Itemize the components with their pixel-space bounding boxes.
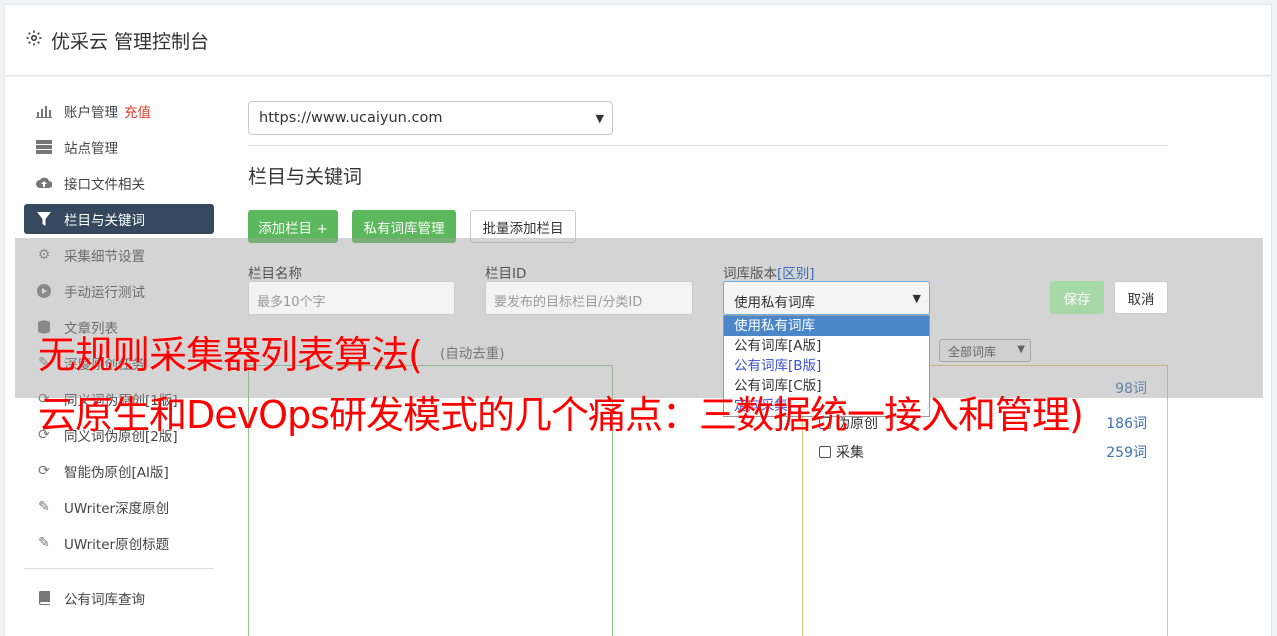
column-name-input[interactable]: 最多10个字: [248, 281, 455, 315]
sidebar-item-interface[interactable]: 接口文件相关: [24, 168, 214, 198]
lib-count[interactable]: 186词: [1106, 413, 1147, 433]
site-select[interactable]: https://www.ucaiyun.com ▼: [248, 101, 613, 135]
divider: [248, 145, 1168, 146]
column-name-label: 栏目名称: [248, 266, 302, 282]
header-bar: 优采云 管理控制台: [4, 4, 1272, 76]
lib-row[interactable]: 采集 259词: [819, 442, 1149, 462]
version-label-text: 词库版本: [723, 266, 777, 282]
dropdown-option[interactable]: 公有词库[A版]: [724, 336, 929, 356]
lib-name: 采集: [836, 445, 864, 461]
dropdown-option[interactable]: 使用私有词库: [724, 316, 929, 336]
chevron-down-icon: ▼: [595, 112, 604, 125]
watermark-line-2: 云原生和DevOps研发模式的几个痛点：三数据统一接入和管理): [38, 393, 1084, 437]
sidebar-item-columns[interactable]: 栏目与关键词: [24, 204, 214, 234]
filter-icon: [36, 211, 52, 227]
cancel-button[interactable]: 取消: [1114, 281, 1168, 314]
chevron-down-icon: ▼: [912, 292, 921, 305]
sidebar-item-ai[interactable]: ⟳ 智能伪原创[AI版]: [24, 456, 214, 486]
version-diff-link[interactable]: [区别]: [777, 266, 815, 282]
section-title: 栏目与关键词: [248, 166, 363, 188]
sidebar-item-uwriter-deep[interactable]: ✎ UWriter深度原创: [24, 492, 214, 522]
site-select-value: https://www.ucaiyun.com: [259, 110, 443, 126]
version-select-value: 使用私有词库: [734, 295, 815, 311]
sidebar-item-account[interactable]: 账户管理 充值: [24, 96, 214, 126]
lib-count[interactable]: 259词: [1106, 442, 1147, 462]
bar-chart-icon: [36, 103, 52, 119]
version-label: 词库版本[区别]: [723, 262, 815, 282]
app-title: 优采云 管理控制台: [25, 27, 209, 54]
sidebar-item-label: 接口文件相关: [64, 177, 145, 193]
watermark-line-1: 无规则采集器列表算法(: [38, 333, 423, 377]
sidebar-item-sites[interactable]: 站点管理: [24, 132, 214, 162]
edit-icon: ✎: [38, 535, 50, 551]
book-icon: [36, 590, 52, 606]
column-id-input[interactable]: 要发布的目标栏目/分类ID: [485, 281, 693, 315]
sidebar-item-label: 站点管理: [64, 141, 118, 157]
server-icon: [36, 139, 52, 155]
lib-checkbox[interactable]: [819, 446, 831, 458]
sidebar-item-label: 智能伪原创[AI版]: [64, 465, 169, 481]
sidebar-divider: [24, 568, 214, 569]
cloud-upload-icon: [36, 175, 52, 191]
version-select[interactable]: 使用私有词库 ▼: [723, 281, 930, 315]
refresh-icon: ⟳: [38, 463, 50, 479]
sidebar-item-label: UWriter深度原创: [64, 501, 170, 517]
sidebar-item-label: 公有词库查询: [64, 592, 145, 608]
dropdown-option[interactable]: 公有词库[B版]: [724, 356, 929, 376]
save-button[interactable]: 保存: [1050, 281, 1104, 314]
sidebar-item-label: 栏目与关键词: [64, 213, 145, 229]
sidebar-item-label: 账户管理: [64, 105, 118, 121]
sidebar-item-label: UWriter原创标题: [64, 537, 170, 553]
recharge-link[interactable]: 充值: [124, 101, 151, 121]
edit-icon: ✎: [38, 499, 50, 515]
app-title-text: 优采云 管理控制台: [51, 31, 210, 53]
sidebar-item-uwriter-title[interactable]: ✎ UWriter原创标题: [24, 528, 214, 558]
column-id-label: 栏目ID: [485, 266, 527, 282]
gear-icon: [25, 29, 43, 52]
sidebar-item-public-lib[interactable]: 公有词库查询: [24, 583, 214, 613]
